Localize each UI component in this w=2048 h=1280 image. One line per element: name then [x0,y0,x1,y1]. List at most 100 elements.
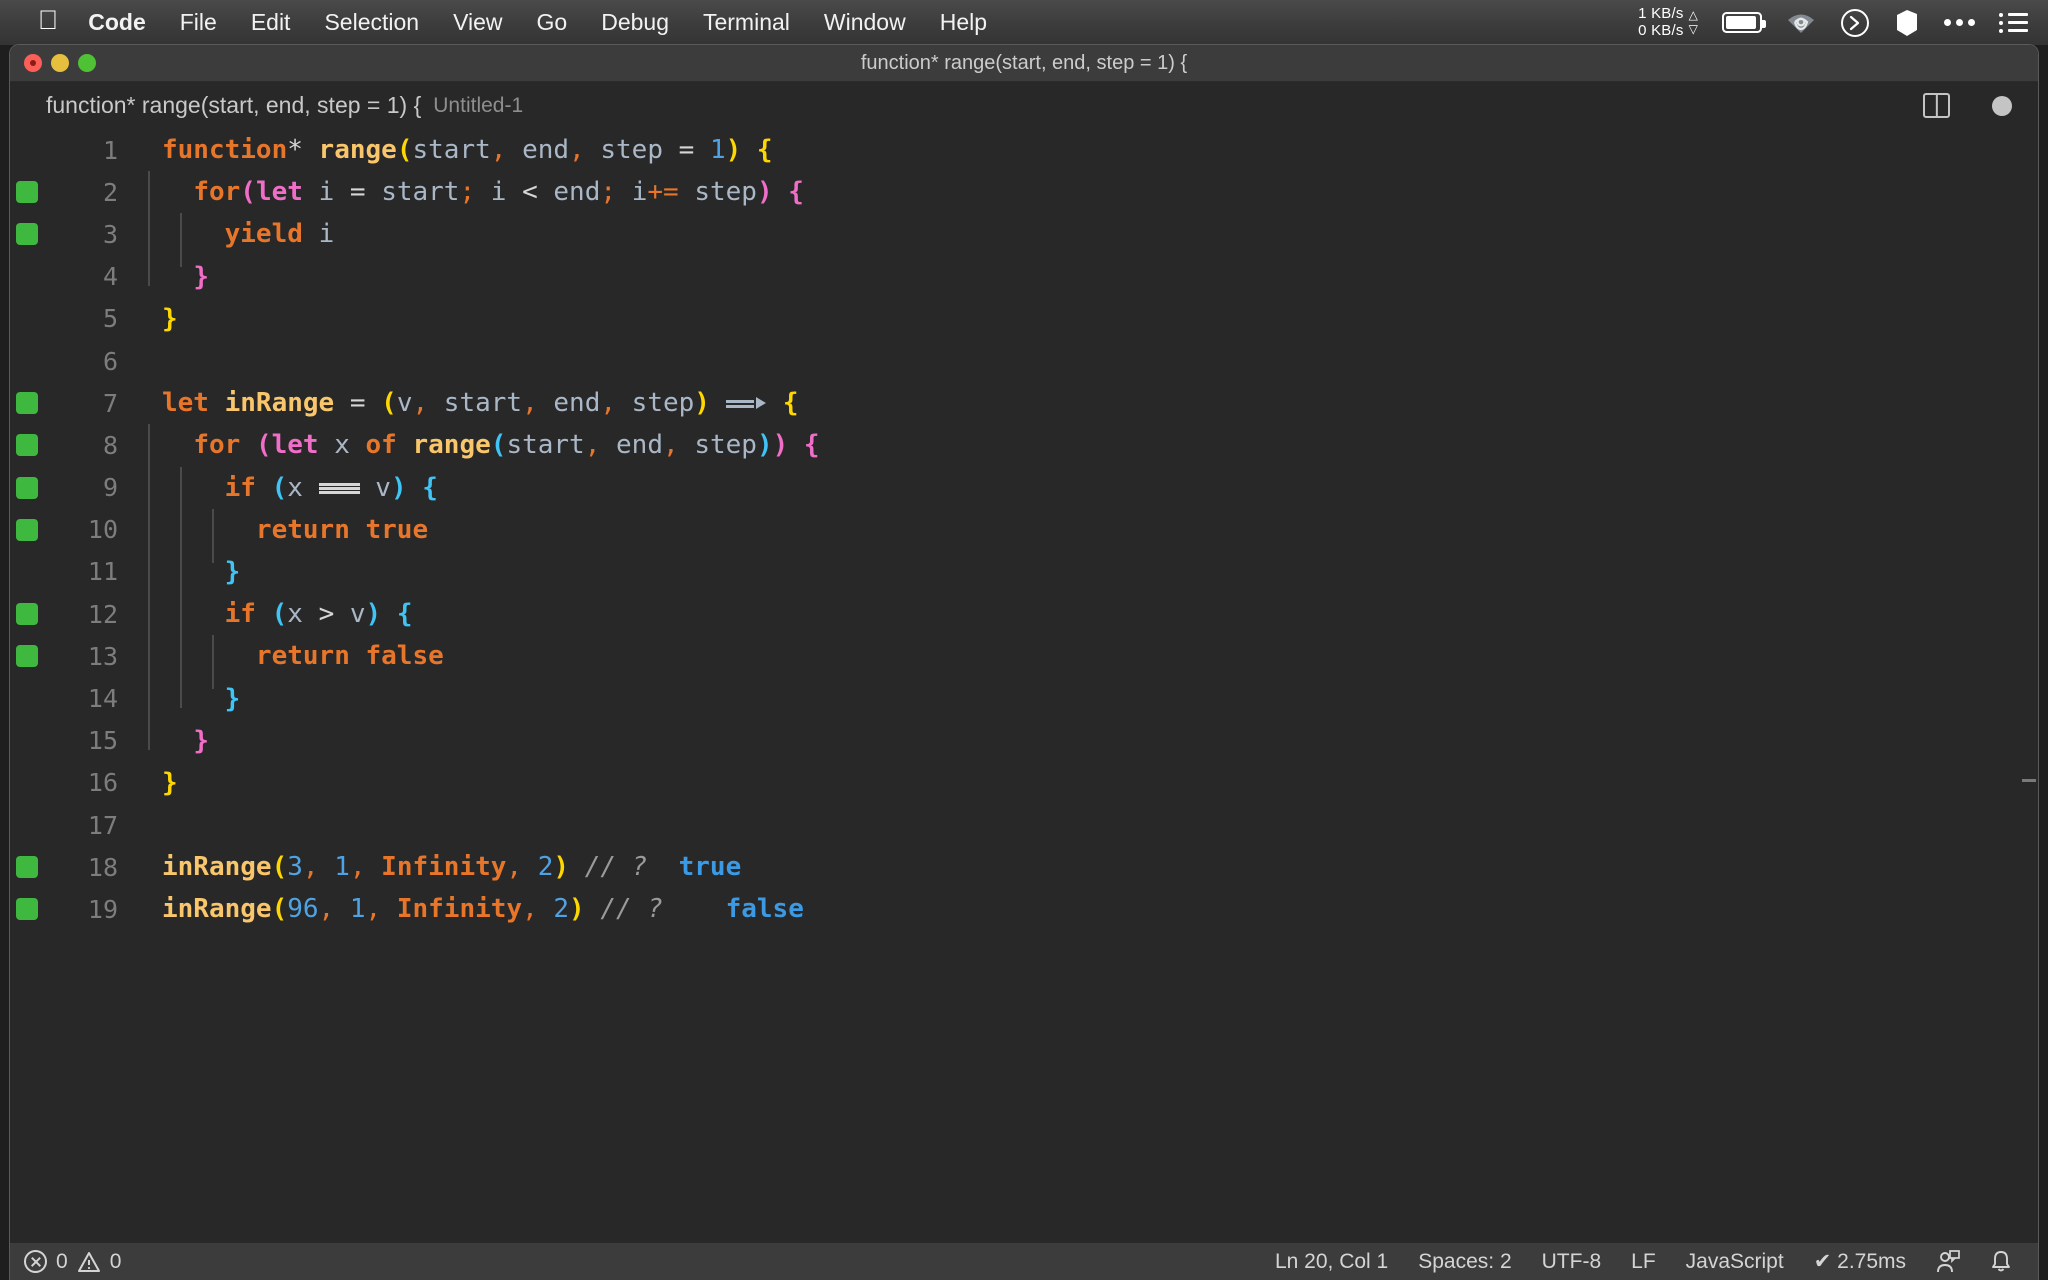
code-line: 12 if (x > v) { [10,593,2038,635]
coverage-gutter [10,181,44,203]
more-icon[interactable] [1944,19,1975,26]
coverage-marker [16,223,38,245]
status-bar: 0 0 Ln 20, Col 1 Spaces: 2 UTF-8 LF Java… [10,1243,2038,1280]
network-speed-indicator[interactable]: 1 KB/s 0 KB/s △ ▽ [1638,6,1698,40]
code-text: let inRange = (v, start, end, step) { [122,388,799,418]
code-line: 3 yield i [10,213,2038,255]
code-text [122,346,178,376]
line-number: 18 [44,853,122,882]
indentation[interactable]: Spaces: 2 [1418,1250,1511,1274]
line-number: 6 [44,347,122,376]
split-editor-icon[interactable] [1923,93,1950,118]
code-editor[interactable]: 1 function* range(start, end, step = 1) … [10,129,2038,1243]
network-upload-speed: 1 KB/s [1638,6,1683,23]
code-line: 17 [10,804,2038,846]
code-text: } [122,726,209,756]
upload-arrow-icon: △ [1689,9,1698,23]
language-mode[interactable]: JavaScript [1686,1250,1784,1274]
error-count: 0 [56,1250,68,1274]
coverage-gutter [10,477,44,499]
network-download-speed: 0 KB/s [1638,23,1683,40]
code-line: 6 [10,340,2038,382]
minimize-button[interactable] [51,54,69,72]
problems-indicator[interactable]: 0 0 [24,1250,121,1274]
coverage-marker [16,645,38,667]
line-number: 11 [44,557,122,586]
cursor-position[interactable]: Ln 20, Col 1 [1275,1250,1388,1274]
close-button[interactable] [24,54,42,72]
battery-icon[interactable] [1722,12,1762,33]
breadcrumb-symbol[interactable]: function* range(start, end, step = 1) { [46,92,421,119]
shape-icon[interactable] [1894,8,1920,38]
window-title-bar: function* range(start, end, step = 1) { [10,45,2038,82]
code-line: 10 return true [10,509,2038,551]
menu-item-selection[interactable]: Selection [324,9,419,36]
code-line: 18 inRange(3, 1, Infinity, 2) // ? true [10,846,2038,888]
apple-menu-icon[interactable]:  [38,7,58,34]
window-title: function* range(start, end, step = 1) { [10,52,2038,75]
traffic-lights [24,54,96,72]
code-line: 4 } [10,256,2038,298]
unsaved-indicator-icon[interactable] [1992,96,2012,116]
menu-item-window[interactable]: Window [824,9,906,36]
line-number: 12 [44,600,122,629]
menu-item-debug[interactable]: Debug [601,9,669,36]
coverage-gutter [10,645,44,667]
code-text: } [122,684,240,714]
list-icon[interactable] [1999,13,2028,33]
code-line: 9 if (x v) { [10,467,2038,509]
line-number: 19 [44,895,122,924]
code-text: inRange(96, 1, Infinity, 2) // ? false [122,894,804,924]
menu-item-terminal[interactable]: Terminal [703,9,790,36]
feedback-icon[interactable] [1936,1250,1960,1274]
bell-icon[interactable] [1990,1250,2012,1274]
code-text: return false [122,641,444,671]
code-text: } [122,304,178,334]
code-line: 19 inRange(96, 1, Infinity, 2) // ? fals… [10,888,2038,930]
code-text: if (x v) { [122,473,438,503]
menu-item-go[interactable]: Go [537,9,568,36]
line-number: 7 [44,389,122,418]
warning-icon [77,1251,101,1273]
breadcrumb-file[interactable]: Untitled-1 [433,94,523,118]
line-number: 13 [44,642,122,671]
coverage-marker [16,434,38,456]
code-line: 15 } [10,720,2038,762]
arrow-ligature [726,391,768,417]
line-number: 1 [44,136,122,165]
code-text: yield i [122,219,334,249]
coverage-gutter [10,223,44,245]
coverage-gutter [10,603,44,625]
status-bar-right: Ln 20, Col 1 Spaces: 2 UTF-8 LF JavaScri… [1275,1249,2012,1274]
menu-item-file[interactable]: File [180,9,217,36]
coverage-marker [16,181,38,203]
line-number: 4 [44,262,122,291]
inline-result: false [726,894,804,924]
line-number: 5 [44,304,122,333]
line-number: 2 [44,178,122,207]
code-text: function* range(start, end, step = 1) { [122,135,773,165]
line-number: 15 [44,726,122,755]
coverage-gutter [10,898,44,920]
coverage-gutter [10,519,44,541]
menu-item-code[interactable]: Code [88,9,146,36]
code-line: 7 let inRange = (v, start, end, step) { [10,382,2038,424]
maximize-button[interactable] [78,54,96,72]
line-ending[interactable]: LF [1631,1250,1656,1274]
menu-item-view[interactable]: View [453,9,502,36]
coverage-marker [16,898,38,920]
menu-item-edit[interactable]: Edit [251,9,291,36]
code-text: for (let x of range(start, end, step)) { [122,430,820,460]
encoding[interactable]: UTF-8 [1542,1250,1602,1274]
line-number: 17 [44,811,122,840]
code-line: 13 return false [10,635,2038,677]
scrollbar-marker[interactable] [2022,779,2036,782]
menu-item-help[interactable]: Help [940,9,987,36]
warning-count: 0 [110,1250,122,1274]
wifi-icon[interactable] [1786,10,1816,36]
quokka-runtime[interactable]: ✔ 2.75ms [1814,1249,1906,1274]
inline-result: true [679,852,742,882]
code-text: if (x > v) { [122,599,413,629]
line-number: 16 [44,768,122,797]
terminal-icon[interactable] [1840,8,1870,38]
